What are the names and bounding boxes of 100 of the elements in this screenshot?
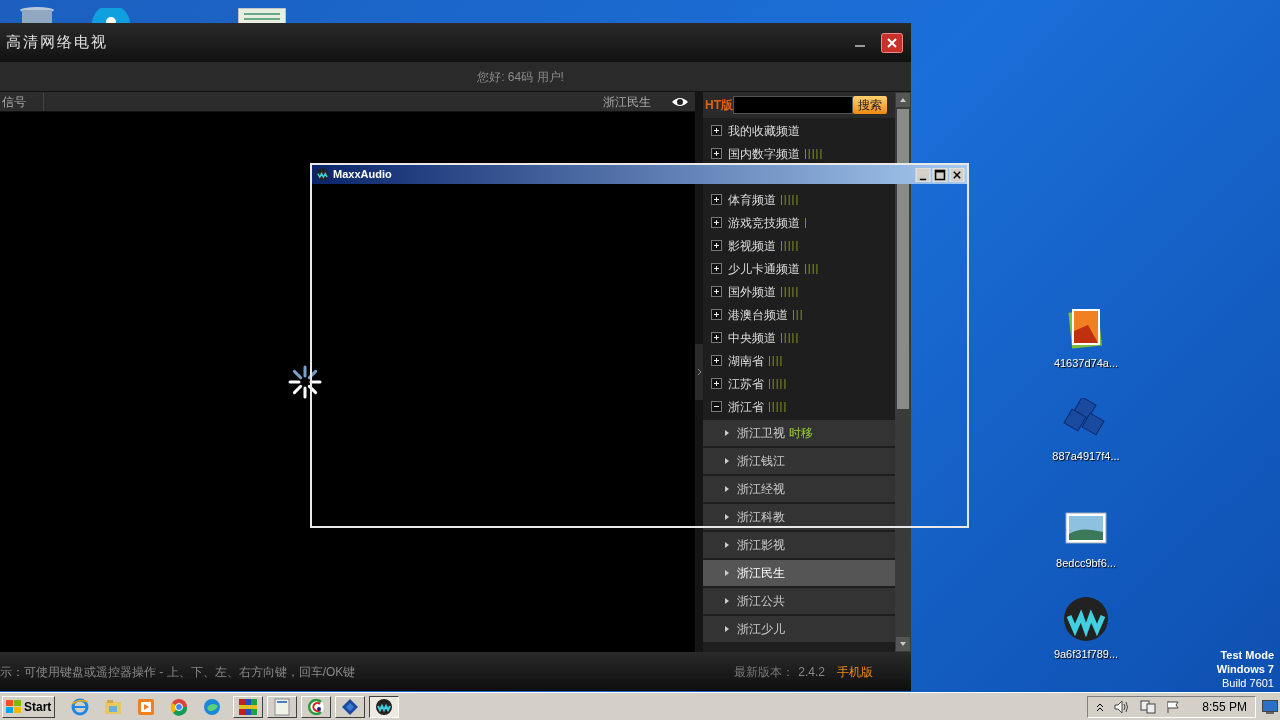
category-label: 影视频道 — [728, 237, 776, 255]
search-button[interactable]: 搜索 — [853, 96, 887, 114]
signal-bars: ||||| — [804, 145, 824, 162]
waves-icon — [316, 168, 329, 181]
signal-bars: |||| — [804, 260, 820, 277]
channel-label: 浙江影视 — [737, 537, 785, 554]
category-item[interactable]: 少儿卡通频道 |||| — [703, 257, 895, 280]
channel-item[interactable]: 浙江影视 — [703, 532, 895, 558]
scrollbar[interactable] — [895, 92, 911, 652]
signal-label: 信号 — [0, 92, 44, 111]
category-label: 我的收藏频道 — [728, 122, 800, 140]
category-label: 体育频道 — [728, 191, 776, 209]
triangle-icon — [725, 542, 729, 548]
channel-item[interactable]: 浙江卫视 时移 — [703, 420, 895, 446]
category-item[interactable]: 国外频道 ||||| — [703, 280, 895, 303]
plus-icon[interactable] — [711, 332, 722, 343]
task-button[interactable] — [369, 695, 400, 718]
triangle-icon — [725, 570, 729, 576]
plus-icon[interactable] — [711, 194, 722, 205]
triangle-icon — [725, 458, 729, 464]
triangle-icon — [725, 598, 729, 604]
waves-icon — [375, 697, 394, 716]
triangle-icon — [725, 514, 729, 520]
network-icon[interactable] — [1140, 699, 1157, 714]
signal-bars: ||||| — [768, 398, 788, 415]
plus-icon[interactable] — [711, 125, 722, 136]
category-item[interactable]: 浙江省 ||||| — [703, 395, 895, 418]
image-file-icon[interactable] — [238, 8, 286, 24]
os-notice-text: Build 7601 — [1222, 676, 1274, 690]
category-item[interactable]: 国内数字频道 ||||| — [703, 142, 895, 165]
start-button[interactable]: Start — [2, 695, 56, 718]
channel-item[interactable]: 浙江民生 — [703, 560, 895, 586]
plus-icon[interactable] — [711, 355, 722, 366]
media-player-icon[interactable] — [137, 697, 156, 716]
channel-item[interactable]: 浙江科教 — [703, 504, 895, 530]
plus-icon[interactable] — [711, 378, 722, 389]
flag-icon[interactable] — [1166, 699, 1181, 714]
timeshift-tag: 时移 — [789, 424, 813, 442]
greeting-text: 您好: 64码 用户! — [477, 68, 564, 86]
speaker-icon[interactable] — [1114, 699, 1131, 714]
chrome-icon[interactable] — [170, 697, 189, 716]
chevron-up-icon[interactable] — [1096, 701, 1105, 712]
category-item[interactable]: 影视频道 ||||| — [703, 234, 895, 257]
collapse-handle[interactable] — [695, 344, 703, 400]
category-label: 国外频道 — [728, 283, 776, 301]
search-field[interactable] — [733, 96, 853, 114]
show-desktop-icon[interactable] — [1262, 699, 1278, 714]
channel-item[interactable]: 浙江钱江 — [703, 448, 895, 474]
plus-icon[interactable] — [711, 240, 722, 251]
plus-icon[interactable] — [711, 263, 722, 274]
signal-bars: ||||| — [780, 283, 800, 300]
current-channel: 浙江民生 — [603, 93, 652, 111]
plus-icon[interactable] — [711, 148, 722, 159]
channel-label: 浙江经视 — [737, 481, 785, 498]
category-item[interactable]: 港澳台频道 ||| — [703, 303, 895, 326]
icon-label[interactable]: 887a4917f4... — [1052, 448, 1120, 465]
archive-icon — [238, 697, 259, 716]
minimize-button[interactable] — [855, 44, 865, 47]
swirl-icon — [307, 697, 326, 716]
category-item[interactable]: 中央频道 ||||| — [703, 326, 895, 349]
channel-item[interactable]: 浙江公共 — [703, 588, 895, 614]
category-label: 港澳台频道 — [728, 306, 788, 324]
chevron-right-icon — [696, 368, 702, 376]
scroll-up-icon[interactable] — [896, 93, 910, 107]
category-item[interactable]: 游戏竞技频道 | — [703, 211, 895, 234]
mobile-version-link[interactable]: 手机版 — [837, 662, 873, 681]
minimize-button[interactable] — [915, 167, 931, 182]
channel-item[interactable]: 浙江少儿 — [703, 616, 895, 642]
icon-label[interactable]: 8edcc9bf6... — [1056, 555, 1116, 572]
category-item[interactable]: 我的收藏频道 — [703, 119, 895, 142]
maximize-button[interactable] — [932, 167, 948, 182]
os-notice-text: Test Mode — [1220, 648, 1274, 662]
plus-icon[interactable] — [711, 217, 722, 228]
category-item[interactable]: 江苏省 ||||| — [703, 372, 895, 395]
category-label: 游戏竞技频道 — [728, 214, 800, 232]
category-item[interactable]: 湖南省 |||| — [703, 349, 895, 372]
clock[interactable]: 8:55 PM — [1202, 697, 1247, 716]
loading-spinner-icon — [288, 365, 322, 399]
window-title: 高清网络电视 — [6, 32, 108, 53]
scroll-down-icon[interactable] — [896, 637, 910, 651]
channel-item[interactable]: 浙江经视 — [703, 476, 895, 502]
channel-label: 浙江公共 — [737, 593, 785, 610]
category-label: 江苏省 — [728, 375, 764, 393]
minus-icon[interactable] — [711, 401, 722, 412]
eye-icon[interactable] — [671, 95, 689, 108]
edition-label: HT版 — [705, 97, 733, 114]
file-icon[interactable] — [1063, 596, 1109, 642]
signal-bars: ||||| — [780, 329, 800, 346]
channel-label: 浙江钱江 — [737, 453, 785, 470]
plus-icon[interactable] — [711, 309, 722, 320]
plus-icon[interactable] — [711, 286, 722, 297]
app-icon[interactable] — [90, 8, 132, 24]
icon-label[interactable]: 41637d74a... — [1053, 355, 1119, 372]
icon-label[interactable]: 9a6f31f789... — [1053, 646, 1119, 663]
channel-label: 浙江少儿 — [737, 621, 785, 638]
close-button[interactable] — [881, 32, 903, 53]
category-item[interactable]: 体育频道 ||||| — [703, 188, 895, 211]
scroll-thumb[interactable] — [897, 109, 909, 409]
category-label: 湖南省 — [728, 352, 764, 370]
recycle-bin-icon[interactable] — [18, 6, 56, 24]
